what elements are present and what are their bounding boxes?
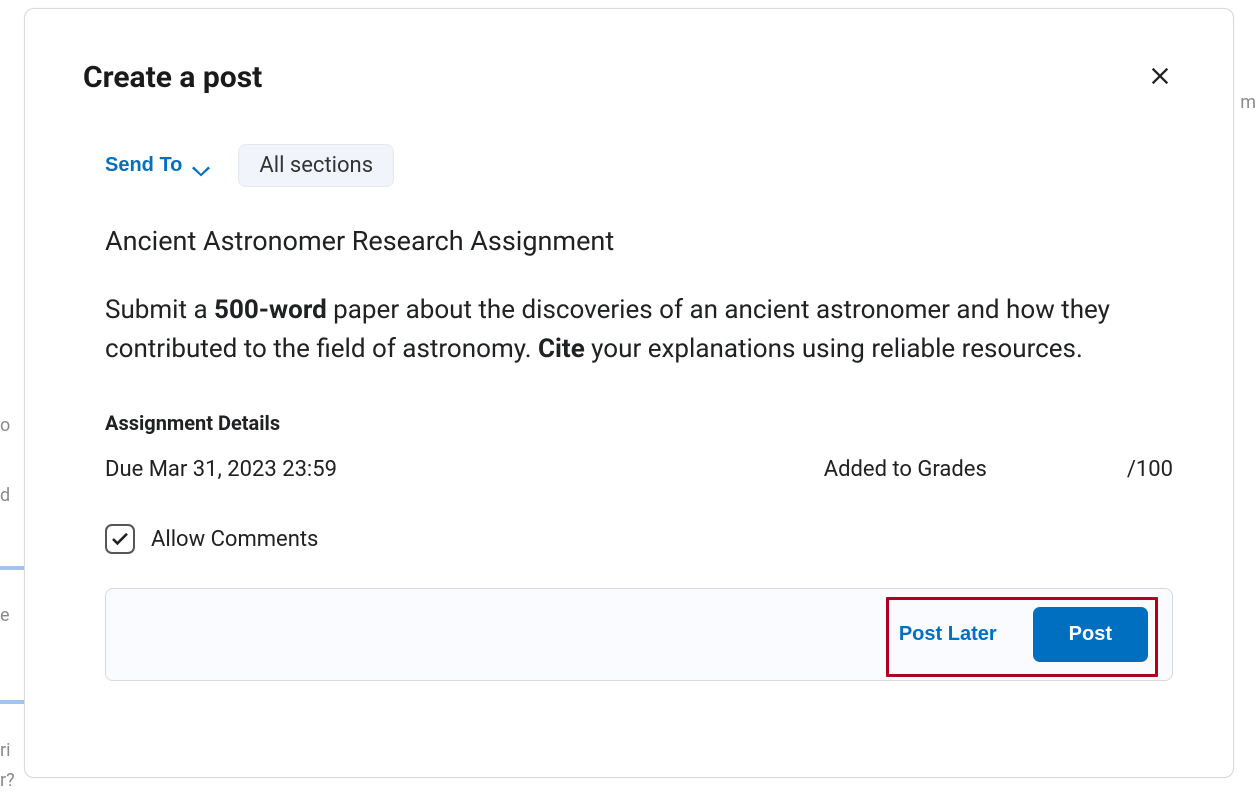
post-later-button[interactable]: Post Later [879,607,1017,662]
allow-comments-row: Allow Comments [105,524,1173,554]
create-post-modal: Create a post Send To All sections Ancie… [24,8,1234,778]
grade-max: /100 [1127,457,1173,482]
close-icon [1149,65,1171,90]
bg-accent [0,566,27,570]
bg-accent [0,700,27,704]
allow-comments-label: Allow Comments [151,527,318,552]
bg-text: ri [0,740,10,761]
bg-text: o [0,415,10,436]
post-title: Ancient Astronomer Research Assignment [105,225,1173,257]
added-to-grades: Added to Grades [824,457,987,482]
bg-text: r? [0,770,15,791]
post-body-prefix: Submit a [105,295,214,325]
assignment-details-row: Due Mar 31, 2023 23:59 Added to Grades /… [105,457,1173,482]
bg-text: e [0,605,10,626]
sections-pill[interactable]: All sections [238,144,394,187]
modal-footer: Post Later Post [105,588,1173,681]
post-body-suffix: your explanations using reliable resourc… [585,334,1083,364]
send-to-toolbar: Send To All sections [85,144,1173,187]
modal-header: Create a post [85,59,1173,96]
due-date: Due Mar 31, 2023 23:59 [105,457,337,482]
assignment-details-heading: Assignment Details [105,411,1173,435]
post-button[interactable]: Post [1033,607,1148,662]
send-to-label: Send To [105,154,182,177]
close-button[interactable] [1143,59,1177,96]
chevron-down-icon [192,160,210,172]
modal-title: Create a post [83,60,262,95]
post-body-bold-wordcount: 500-word [214,295,327,325]
post-body-bold-cite: Cite [538,334,585,364]
post-content: Ancient Astronomer Research Assignment S… [85,225,1173,588]
allow-comments-checkbox[interactable] [105,524,135,554]
send-to-dropdown[interactable]: Send To [105,154,210,177]
post-body: Submit a 500-word paper about the discov… [105,291,1173,369]
bg-text: m [1240,92,1256,113]
bg-text: d [0,485,10,506]
